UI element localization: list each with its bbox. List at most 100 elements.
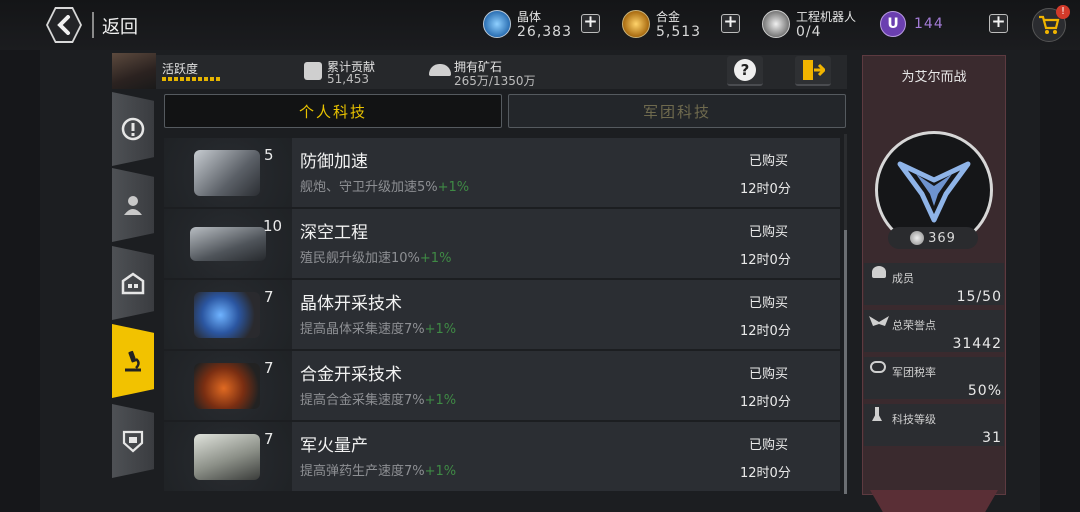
tech-description: 舰炮、守卫升级加速5%+1%	[300, 176, 469, 195]
legion-banner-tail	[870, 490, 998, 512]
cart-icon	[1039, 15, 1060, 34]
stat-label: 总荣誉点	[892, 319, 936, 332]
crystal-mining-icon	[194, 292, 260, 338]
tab-personal-tech[interactable]: 个人科技	[164, 94, 502, 128]
tab-legion-tech[interactable]: 军团科技	[508, 94, 846, 128]
exit-legion-button[interactable]	[795, 56, 831, 86]
help-icon: ?	[734, 59, 756, 81]
premium-currency-icon: U	[880, 11, 906, 37]
tech-bonus: +1%	[424, 393, 457, 408]
alloy-label: 合金	[656, 10, 681, 24]
activity-meter	[162, 77, 222, 81]
right-margin	[1040, 50, 1080, 512]
stat-value: 31	[982, 430, 1002, 446]
crystal-label: 晶体	[517, 10, 542, 24]
tech-title: 深空工程	[300, 223, 368, 243]
tech-level: 7	[264, 430, 274, 448]
spaceship-icon	[190, 227, 266, 261]
stat-label: 成员	[892, 272, 914, 285]
list-item[interactable]: 5 防御加速 舰炮、守卫升级加速5%+1% 已购买 12时0分	[164, 138, 840, 207]
defense-turret-icon	[194, 150, 260, 196]
legion-level-value: 369	[928, 230, 956, 246]
help-button[interactable]: ?	[727, 56, 763, 86]
stat-tech-level: 科技等级 31	[864, 404, 1004, 446]
list-item[interactable]: 7 晶体开采技术 提高晶体采集速度7%+1% 已购买 12时0分	[164, 280, 840, 349]
back-label[interactable]: 返回	[102, 13, 138, 39]
purchase-status: 已购买	[749, 438, 789, 453]
legion-level-badge: 369	[888, 227, 978, 249]
fist-icon	[304, 62, 322, 80]
purchase-status: 已购买	[749, 367, 789, 382]
tech-level: 10	[263, 217, 283, 235]
alloy-icon	[622, 10, 650, 38]
list-item[interactable]: 10 深空工程 殖民舰升级加速10%+1% 已购买 12时0分	[164, 209, 840, 278]
premium-currency-value: 144	[914, 16, 944, 32]
tech-description: 提高合金采集速度7%+1%	[300, 389, 456, 408]
tech-list[interactable]: 5 防御加速 舰炮、守卫升级加速5%+1% 已购买 12时0分 10 深空工程 …	[164, 134, 840, 492]
crystal-icon	[483, 10, 511, 38]
ore-icon	[429, 64, 451, 76]
tech-duration: 12时0分	[740, 395, 791, 410]
purchase-status: 已购买	[749, 154, 789, 169]
tech-desc-text: 提高晶体采集速度7%	[300, 322, 425, 337]
activity-label: 活跃度	[162, 62, 199, 76]
tech-description: 提高弹药生产速度7%+1%	[300, 460, 456, 479]
side-tab-info[interactable]	[112, 92, 154, 166]
side-tab-tech[interactable]	[112, 324, 154, 398]
list-item[interactable]: 7 合金开采技术 提高合金采集速度7%+1% 已购买 12时0分	[164, 351, 840, 420]
add-alloy-button[interactable]: +	[721, 14, 740, 33]
tech-desc-text: 提高合金采集速度7%	[300, 393, 425, 408]
robot-icon	[762, 10, 790, 38]
tax-icon	[870, 361, 886, 373]
person-icon	[121, 193, 145, 217]
tech-desc-text: 舰炮、守卫升级加速5%	[300, 180, 438, 195]
honor-icon	[869, 316, 889, 326]
stat-tax: 军团税率 50%	[864, 357, 1004, 399]
robot-label: 工程机器人	[796, 10, 857, 24]
tech-duration: 12时0分	[740, 466, 791, 481]
coin-icon	[910, 231, 925, 245]
stat-value: 15/50	[956, 289, 1002, 305]
tech-title: 防御加速	[300, 152, 368, 172]
tech-bonus: +1%	[419, 251, 452, 266]
stat-value: 31442	[952, 336, 1002, 352]
tech-bonus: +1%	[424, 322, 457, 337]
purchase-status: 已购买	[749, 296, 789, 311]
robot-value: 0/4	[796, 24, 822, 40]
crystal-value: 26,383	[517, 24, 572, 40]
avatar[interactable]	[112, 53, 156, 89]
members-icon	[872, 266, 886, 278]
exit-door-icon	[803, 60, 825, 80]
ammo-factory-icon	[194, 434, 260, 480]
tech-description: 提高晶体采集速度7%+1%	[300, 318, 456, 337]
microscope-icon	[121, 349, 145, 373]
legion-name: 为艾尔而战	[901, 70, 967, 85]
microscope-icon	[872, 407, 882, 421]
stat-honor: 总荣誉点 31442	[864, 310, 1004, 352]
left-margin	[0, 50, 40, 512]
add-crystal-button[interactable]: +	[581, 14, 600, 33]
side-tab-members[interactable]	[112, 168, 154, 242]
tech-duration: 12时0分	[740, 182, 791, 197]
notification-badge: !	[1056, 5, 1070, 19]
tech-bonus: +1%	[424, 464, 457, 479]
side-tab-buildings[interactable]	[112, 246, 154, 320]
tech-level: 5	[264, 146, 274, 164]
purchase-status: 已购买	[749, 225, 789, 240]
building-icon	[121, 271, 145, 295]
tech-duration: 12时0分	[740, 253, 791, 268]
stat-value: 50%	[967, 383, 1002, 399]
side-tab-legion-shop[interactable]	[112, 404, 154, 478]
tech-bonus: +1%	[437, 180, 470, 195]
add-premium-button[interactable]: +	[989, 14, 1008, 33]
tech-title: 晶体开采技术	[300, 294, 402, 314]
alert-icon	[121, 117, 145, 141]
stat-label: 科技等级	[892, 413, 936, 426]
scrollbar-thumb[interactable]	[844, 230, 847, 494]
list-item[interactable]: 7 军火量产 提高弹药生产速度7%+1% 已购买 12时0分	[164, 422, 840, 491]
tech-title: 合金开采技术	[300, 365, 402, 385]
tech-level: 7	[264, 288, 274, 306]
tech-description: 殖民舰升级加速10%+1%	[300, 247, 451, 266]
contribution-value: 51,453	[327, 72, 369, 86]
tech-level: 7	[264, 359, 274, 377]
